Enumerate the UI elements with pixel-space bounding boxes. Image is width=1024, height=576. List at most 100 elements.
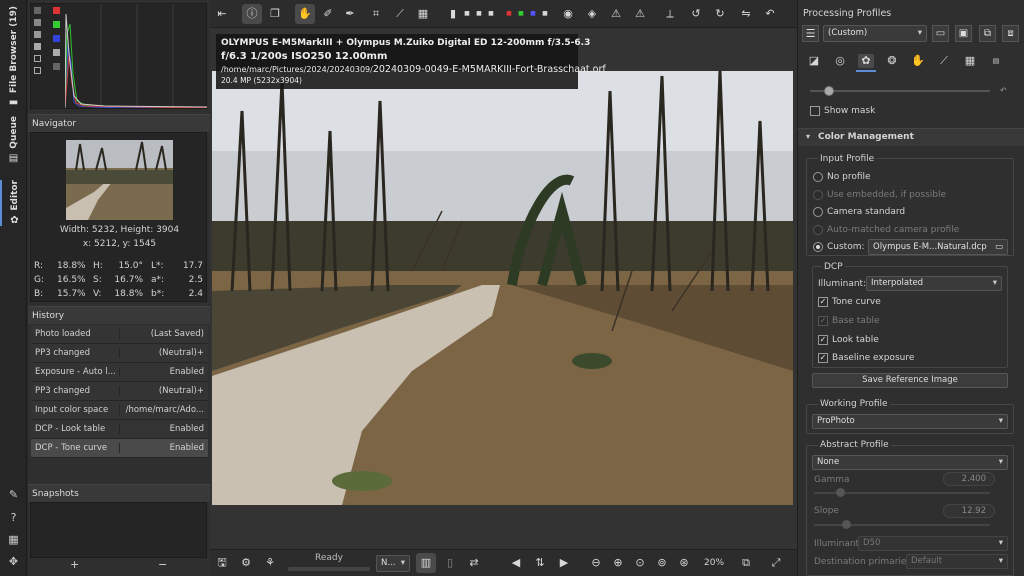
chroma-channel-icon[interactable]	[53, 63, 60, 70]
save-reference-image-button[interactable]: Save Reference Image	[812, 373, 1008, 388]
rotate-left-icon[interactable]: ↺	[686, 4, 706, 24]
exposure-tab-icon[interactable]: ◪	[806, 54, 822, 68]
gamma-slider-thumb[interactable]	[836, 488, 845, 497]
use-embedded-radio[interactable]	[813, 190, 823, 200]
color-tab-icon[interactable]: ✿	[858, 54, 874, 68]
histogram-type-icon[interactable]	[34, 55, 41, 62]
clipped-shadows-icon[interactable]: ⚠	[606, 4, 626, 24]
red-preview-icon[interactable]: ■	[504, 4, 514, 24]
gamma-value[interactable]: 2.400	[943, 472, 995, 486]
history-row[interactable]: Photo loaded (Last Saved)	[31, 325, 208, 344]
histogram-scale-icon[interactable]	[34, 67, 41, 74]
slope-value[interactable]: 12.92	[943, 504, 995, 518]
histogram-raw-icon[interactable]	[34, 31, 41, 38]
curve-icon[interactable]: ⟂	[660, 4, 680, 24]
crop-icon[interactable]: ⌗	[366, 4, 386, 24]
custom-profile-file-button[interactable]: Olympus E-M...Natural.dcp ▭	[868, 239, 1008, 255]
snapshot-add-button[interactable]: +	[70, 558, 79, 571]
working-profile-combo[interactable]: ProPhoto	[812, 414, 1008, 429]
illuminant2-combo[interactable]: D50	[858, 536, 1008, 551]
collapse-arrow-icon[interactable]: ▾	[806, 132, 810, 141]
hide-left-panel-icon[interactable]: ⇤	[212, 4, 232, 24]
histogram-full-icon[interactable]	[34, 19, 41, 26]
open-profile-icon[interactable]: ▭	[932, 25, 949, 42]
info-icon[interactable]: ⓘ	[242, 4, 262, 24]
bg-light-icon[interactable]: ■	[486, 4, 496, 24]
tab-queue[interactable]: Queue ▤	[0, 116, 27, 164]
history-row[interactable]: PP3 changed (Neutral)+	[31, 382, 208, 401]
navigator-thumbnail[interactable]	[66, 140, 173, 220]
green-channel-icon[interactable]	[53, 21, 60, 28]
next-image-icon[interactable]: ▶	[554, 553, 574, 573]
destination-primaries-combo[interactable]: Default	[906, 554, 1008, 569]
metadata-tab-icon[interactable]: ▤	[988, 54, 1004, 68]
soft-proof-toggle-icon[interactable]: ▯	[440, 553, 460, 573]
local-tab-icon[interactable]: ✋	[910, 54, 926, 68]
raw-tab-icon[interactable]: ▦	[962, 54, 978, 68]
custom-profile-radio[interactable]	[813, 242, 823, 252]
gamut-check-icon[interactable]: ▥	[416, 553, 436, 573]
copy-profile-icon[interactable]: ⧉	[979, 25, 996, 42]
reset-icon[interactable]: ↶	[1000, 86, 1007, 95]
baseline-exposure-checkbox[interactable]: ✓	[818, 353, 828, 363]
histogram-mode-icon[interactable]	[34, 7, 41, 14]
mask-slider-track[interactable]	[810, 90, 990, 92]
straighten-icon[interactable]: ⟋	[390, 4, 410, 24]
focus-mask-icon[interactable]: ◉	[558, 4, 578, 24]
compare-icon[interactable]: ⇄	[464, 553, 484, 573]
slope-slider-thumb[interactable]	[842, 520, 851, 529]
zoom-fit-icon[interactable]: ⊚	[652, 553, 672, 573]
histogram-bar-icon[interactable]	[34, 43, 41, 50]
look-table-checkbox[interactable]: ✓	[818, 335, 828, 345]
history-row[interactable]: DCP - Tone curve Enabled	[31, 439, 208, 458]
fullscreen-icon[interactable]: ⤢	[766, 553, 786, 573]
before-after-icon[interactable]: ❐	[265, 4, 285, 24]
green-preview-icon[interactable]: ■	[516, 4, 526, 24]
hand-tool-icon[interactable]: ✋	[295, 4, 315, 24]
history-row[interactable]: PP3 changed (Neutral)+	[31, 344, 208, 363]
perspective-icon[interactable]: ▦	[413, 4, 433, 24]
soft-proof-icon[interactable]: ◈	[582, 4, 602, 24]
transform-tab-icon[interactable]: ⟋	[936, 54, 952, 68]
profile-list-icon[interactable]: ☰	[802, 25, 819, 42]
color-picker-icon[interactable]: ✒	[340, 4, 360, 24]
bg-dark-icon[interactable]: ■	[474, 4, 484, 24]
blue-channel-icon[interactable]	[53, 35, 60, 42]
output-profile-combo[interactable]: N...	[376, 555, 410, 572]
lum-preview-icon[interactable]: ■	[540, 4, 550, 24]
red-channel-icon[interactable]	[53, 7, 60, 14]
tab-file-browser[interactable]: File Browser (19) ▬	[0, 6, 27, 108]
history-row[interactable]: Exposure - Auto l... Enabled	[31, 363, 208, 382]
history-row[interactable]: DCP - Look table Enabled	[31, 420, 208, 439]
external-editor-icon[interactable]: ⚘	[260, 553, 280, 573]
wand-icon[interactable]: ✎	[7, 488, 20, 501]
auto-matched-radio[interactable]	[813, 225, 823, 235]
previous-image-icon[interactable]: ◀	[506, 553, 526, 573]
slope-slider-track[interactable]	[814, 524, 990, 526]
camera-standard-radio[interactable]	[813, 207, 823, 217]
tab-editor[interactable]: Editor ✿	[0, 180, 27, 226]
bg-black-icon[interactable]: ■	[462, 4, 472, 24]
clipped-highlights-icon[interactable]: ⚠	[630, 4, 650, 24]
mask-slider-thumb[interactable]	[824, 86, 834, 96]
tone-curve-checkbox[interactable]: ✓	[818, 297, 828, 307]
grid-icon[interactable]: ▦	[7, 533, 20, 546]
move-icon[interactable]: ✥	[7, 555, 20, 568]
snapshot-remove-button[interactable]: −	[158, 558, 167, 571]
save-image-icon[interactable]: 🖫	[212, 553, 232, 573]
sync-icon[interactable]: ⇅	[530, 553, 550, 573]
paste-profile-icon[interactable]: ⧈	[1002, 25, 1019, 42]
detail-window-icon[interactable]: ⧉	[736, 553, 756, 573]
zoom-fit-crop-icon[interactable]: ⊛	[674, 553, 694, 573]
save-profile-icon[interactable]: ▣	[955, 25, 972, 42]
detail-tab-icon[interactable]: ◎	[832, 54, 848, 68]
help-icon[interactable]: ?	[7, 511, 20, 524]
show-mask-checkbox[interactable]	[810, 106, 820, 116]
no-profile-radio[interactable]	[813, 172, 823, 182]
abstract-profile-combo[interactable]: None	[812, 455, 1008, 470]
rotate-right-icon[interactable]: ↻	[710, 4, 730, 24]
profile-combo[interactable]: (Custom)	[823, 25, 927, 42]
advanced-tab-icon[interactable]: ❂	[884, 54, 900, 68]
luminance-channel-icon[interactable]	[53, 49, 60, 56]
base-table-checkbox[interactable]: ✓	[818, 316, 828, 326]
